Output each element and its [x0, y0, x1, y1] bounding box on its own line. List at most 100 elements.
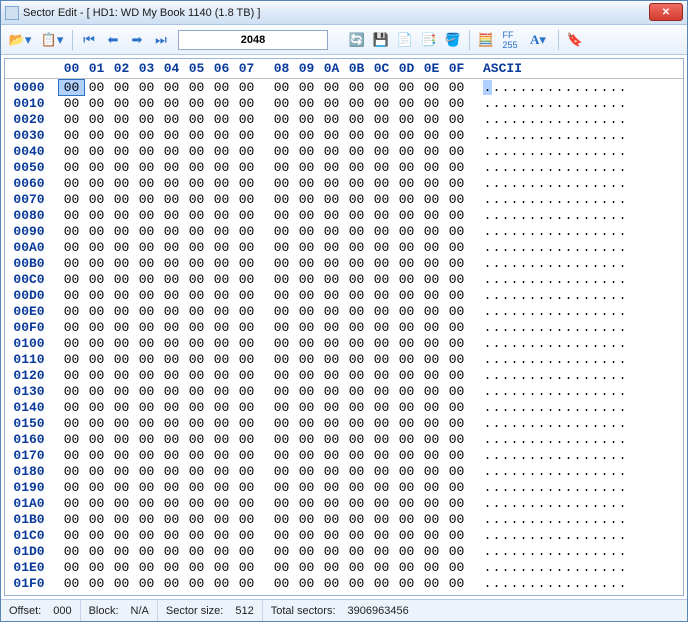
- hex-byte[interactable]: 00: [134, 128, 159, 143]
- hex-byte[interactable]: 00: [234, 288, 259, 303]
- hex-byte[interactable]: 00: [109, 480, 134, 495]
- hex-byte[interactable]: 00: [234, 480, 259, 495]
- hex-byte[interactable]: 00: [294, 128, 319, 143]
- ascii-cell[interactable]: ................: [469, 288, 627, 303]
- hex-byte[interactable]: 00: [344, 480, 369, 495]
- hex-byte[interactable]: 00: [394, 112, 419, 127]
- hex-row[interactable]: 019000000000000000000000000000000000....…: [5, 479, 683, 495]
- hex-byte[interactable]: 00: [269, 176, 294, 191]
- hex-byte[interactable]: 00: [134, 304, 159, 319]
- hex-byte[interactable]: 00: [109, 544, 134, 559]
- hex-row[interactable]: 01E000000000000000000000000000000000....…: [5, 559, 683, 575]
- titlebar[interactable]: Sector Edit - [ HD1: WD My Book 1140 (1.…: [1, 1, 687, 25]
- hex-byte[interactable]: 00: [419, 304, 444, 319]
- hex-byte[interactable]: 00: [159, 400, 184, 415]
- hex-byte[interactable]: 00: [84, 576, 109, 591]
- hex-byte[interactable]: 00: [419, 352, 444, 367]
- hex-byte[interactable]: 00: [84, 176, 109, 191]
- hex-byte[interactable]: 00: [184, 576, 209, 591]
- hex-row[interactable]: 013000000000000000000000000000000000....…: [5, 383, 683, 399]
- ascii-cell[interactable]: ................: [469, 224, 627, 239]
- hex-byte[interactable]: 00: [269, 208, 294, 223]
- hex-byte[interactable]: 00: [444, 128, 469, 143]
- hex-byte[interactable]: 00: [159, 432, 184, 447]
- hex-byte[interactable]: 00: [344, 160, 369, 175]
- hex-byte[interactable]: 00: [59, 496, 84, 511]
- hex-byte[interactable]: 00: [394, 240, 419, 255]
- hex-row[interactable]: 008000000000000000000000000000000000....…: [5, 207, 683, 223]
- hex-byte[interactable]: 00: [419, 272, 444, 287]
- hex-byte[interactable]: 00: [419, 288, 444, 303]
- hex-byte[interactable]: 00: [159, 352, 184, 367]
- hex-byte[interactable]: 00: [109, 224, 134, 239]
- ascii-cell[interactable]: ................: [469, 160, 627, 175]
- hex-byte[interactable]: 00: [134, 256, 159, 271]
- hex-byte[interactable]: 00: [209, 240, 234, 255]
- hex-row[interactable]: 001000000000000000000000000000000000....…: [5, 95, 683, 111]
- hex-row[interactable]: 002000000000000000000000000000000000....…: [5, 111, 683, 127]
- hex-byte[interactable]: 00: [394, 96, 419, 111]
- hex-byte[interactable]: 00: [344, 400, 369, 415]
- hex-byte[interactable]: 00: [319, 544, 344, 559]
- hex-byte[interactable]: 00: [369, 224, 394, 239]
- hex-row[interactable]: 01F000000000000000000000000000000000....…: [5, 575, 683, 591]
- hex-byte[interactable]: 00: [184, 528, 209, 543]
- hex-byte[interactable]: 00: [59, 560, 84, 575]
- hex-byte[interactable]: 00: [394, 448, 419, 463]
- hex-byte[interactable]: 00: [184, 304, 209, 319]
- hex-byte[interactable]: 00: [184, 480, 209, 495]
- hex-row[interactable]: 003000000000000000000000000000000000....…: [5, 127, 683, 143]
- hex-byte[interactable]: 00: [84, 192, 109, 207]
- hex-byte[interactable]: 00: [369, 80, 394, 95]
- hex-byte[interactable]: 00: [84, 384, 109, 399]
- hex-byte[interactable]: 00: [209, 384, 234, 399]
- hex-byte[interactable]: 00: [234, 432, 259, 447]
- hex-byte[interactable]: 00: [159, 112, 184, 127]
- hex-byte[interactable]: 00: [109, 384, 134, 399]
- hex-byte[interactable]: 00: [109, 400, 134, 415]
- fill-button[interactable]: 🪣: [442, 29, 464, 51]
- hex-byte[interactable]: 00: [369, 288, 394, 303]
- hex-byte[interactable]: 00: [369, 368, 394, 383]
- hex-byte[interactable]: 00: [294, 432, 319, 447]
- hex-byte[interactable]: 00: [134, 176, 159, 191]
- hex-byte[interactable]: 00: [59, 304, 84, 319]
- hex-byte[interactable]: 00: [294, 576, 319, 591]
- hex-byte[interactable]: 00: [319, 496, 344, 511]
- hex-byte[interactable]: 00: [369, 544, 394, 559]
- hex-byte[interactable]: 00: [134, 432, 159, 447]
- hex-byte[interactable]: 00: [84, 144, 109, 159]
- hex-byte[interactable]: 00: [134, 512, 159, 527]
- hex-byte[interactable]: 00: [109, 464, 134, 479]
- hex-byte[interactable]: 00: [209, 112, 234, 127]
- hex-byte[interactable]: 00: [319, 192, 344, 207]
- hex-byte[interactable]: 00: [319, 160, 344, 175]
- hex-byte[interactable]: 00: [444, 432, 469, 447]
- hex-byte[interactable]: 00: [344, 544, 369, 559]
- hex-byte[interactable]: 00: [444, 528, 469, 543]
- hex-byte[interactable]: 00: [184, 240, 209, 255]
- hex-byte[interactable]: 00: [209, 272, 234, 287]
- hex-byte[interactable]: 00: [159, 128, 184, 143]
- hex-byte[interactable]: 00: [394, 208, 419, 223]
- first-sector-button[interactable]: ⏮: [78, 29, 100, 51]
- hex-byte[interactable]: 00: [159, 160, 184, 175]
- next-sector-button[interactable]: ➡: [126, 29, 148, 51]
- hex-byte[interactable]: 00: [209, 288, 234, 303]
- copy-button[interactable]: 📄: [394, 29, 416, 51]
- hex-byte[interactable]: 00: [269, 288, 294, 303]
- hex-byte[interactable]: 00: [184, 560, 209, 575]
- hex-byte[interactable]: 00: [319, 144, 344, 159]
- hex-byte[interactable]: 00: [294, 512, 319, 527]
- hex-byte[interactable]: 00: [344, 352, 369, 367]
- hex-byte[interactable]: 00: [369, 176, 394, 191]
- hex-byte[interactable]: 00: [269, 112, 294, 127]
- hex-byte[interactable]: 00: [394, 160, 419, 175]
- hex-byte[interactable]: 00: [59, 80, 84, 95]
- hex-byte[interactable]: 00: [344, 112, 369, 127]
- hex-byte[interactable]: 00: [344, 384, 369, 399]
- hex-byte[interactable]: 00: [59, 400, 84, 415]
- hex-row[interactable]: 010000000000000000000000000000000000....…: [5, 335, 683, 351]
- paste-button[interactable]: 📑: [418, 29, 440, 51]
- hex-byte[interactable]: 00: [84, 320, 109, 335]
